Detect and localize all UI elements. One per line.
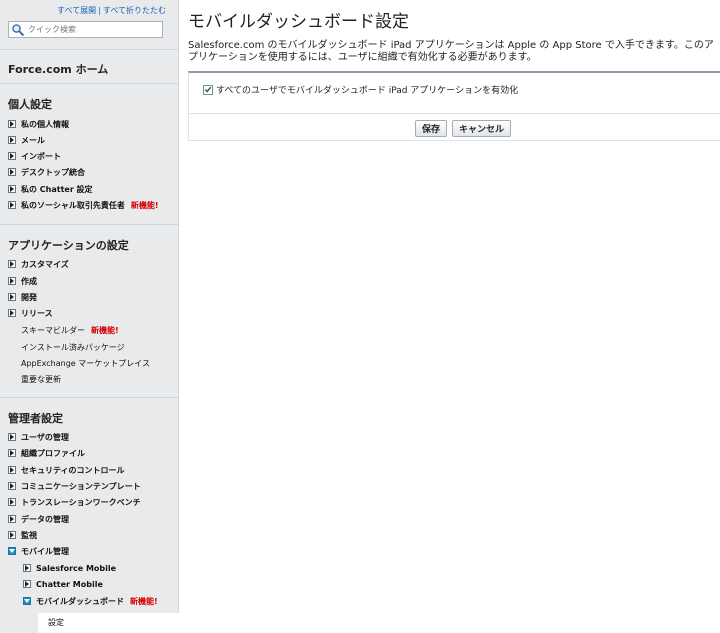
app-settings-heading: アプリケーションの設定 bbox=[8, 239, 129, 252]
sidebar-item-social-contacts[interactable]: 私のソーシャル取引先責任者 新機能! bbox=[8, 199, 159, 211]
expand-icon bbox=[8, 293, 16, 301]
sidebar-item-mobile-dashboards[interactable]: モバイルダッシュボード 新機能! bbox=[23, 595, 158, 607]
collapse-all-link[interactable]: すべて折りたたむ bbox=[103, 6, 166, 15]
sidebar-item-label: 監視 bbox=[21, 530, 37, 540]
sidebar-item-label: メール bbox=[21, 135, 45, 145]
checkmark-icon bbox=[204, 86, 212, 93]
expand-icon bbox=[8, 433, 16, 441]
save-button[interactable]: 保存 bbox=[415, 120, 448, 137]
expand-icon bbox=[8, 152, 16, 160]
expand-all-link[interactable]: すべて展開 bbox=[57, 6, 96, 15]
sidebar-item-label: モバイル管理 bbox=[21, 546, 69, 556]
expand-icon bbox=[8, 201, 16, 209]
sidebar-item-data-management[interactable]: データの管理 bbox=[8, 513, 69, 525]
sidebar-item-mobile-admin[interactable]: モバイル管理 bbox=[8, 545, 69, 557]
sidebar-item-label: データの管理 bbox=[21, 514, 69, 524]
sidebar-link-appexchange[interactable]: AppExchange マーケットプレイス bbox=[21, 358, 150, 369]
sidebar-item-label: 私のソーシャル取引先責任者 bbox=[21, 200, 125, 210]
page-description: Salesforce.com のモバイルダッシュボード iPad アプリケーショ… bbox=[188, 40, 714, 63]
sidebar-item-desktop-integration[interactable]: デスクトップ統合 bbox=[8, 166, 85, 178]
sidebar-link-installed-packages[interactable]: インストール済みパッケージ bbox=[21, 342, 125, 353]
expand-icon bbox=[8, 482, 16, 490]
enable-ipad-app-checkbox[interactable] bbox=[203, 84, 213, 95]
enable-ipad-app-label: すべてのユーザでモバイルダッシュボード iPad アプリケーションを有効化 bbox=[216, 86, 519, 96]
sidebar-link-schema-builder[interactable]: スキーマビルダー 新機能! bbox=[21, 325, 119, 336]
link-separator: | bbox=[98, 6, 101, 15]
page-title: モバイルダッシュボード設定 bbox=[188, 12, 409, 32]
expand-icon bbox=[8, 120, 16, 128]
sidebar-item-monitoring[interactable]: 監視 bbox=[8, 529, 37, 541]
expand-icon bbox=[8, 449, 16, 457]
sidebar-item-personal-info[interactable]: 私の個人情報 bbox=[8, 118, 69, 130]
expand-icon bbox=[8, 498, 16, 506]
cancel-button[interactable]: キャンセル bbox=[452, 120, 512, 137]
sidebar-item-label: コミュニケーションテンプレート bbox=[21, 481, 141, 491]
divider bbox=[0, 83, 179, 84]
expand-icon bbox=[8, 168, 16, 176]
sidebar-item-label: 組織プロファイル bbox=[21, 448, 85, 458]
settings-panel: すべてのユーザでモバイルダッシュボード iPad アプリケーションを有効化 保存… bbox=[188, 71, 720, 141]
sidebar-item-label: セキュリティのコントロール bbox=[21, 465, 125, 475]
sidebar-item-label: Chatter Mobile bbox=[36, 579, 103, 589]
expand-icon bbox=[8, 185, 16, 193]
sidebar-item-email[interactable]: メール bbox=[8, 134, 45, 146]
sidebar-link-critical-updates[interactable]: 重要な更新 bbox=[21, 374, 61, 385]
sidebar-item-label: Salesforce Mobile bbox=[36, 563, 117, 573]
sidebar-item-chatter-settings[interactable]: 私の Chatter 設定 bbox=[8, 183, 93, 195]
expand-icon bbox=[23, 564, 31, 572]
sidebar-item-label: 私の個人情報 bbox=[21, 119, 69, 129]
sidebar-item-label: トランスレーションワークベンチ bbox=[21, 497, 141, 507]
sidebar-item-customize[interactable]: カスタマイズ bbox=[8, 258, 69, 270]
new-feature-badge: 新機能! bbox=[91, 326, 119, 335]
personal-settings-heading: 個人設定 bbox=[8, 98, 52, 111]
sidebar-item-label: カスタマイズ bbox=[21, 259, 69, 269]
sidebar-item-label: 私の Chatter 設定 bbox=[21, 184, 93, 194]
expand-icon bbox=[8, 309, 16, 317]
expand-icon bbox=[8, 515, 16, 523]
divider bbox=[0, 49, 179, 50]
expand-icon bbox=[23, 580, 31, 588]
sidebar-item-label: デスクトップ統合 bbox=[21, 167, 85, 177]
admin-settings-heading: 管理者設定 bbox=[8, 412, 63, 425]
setup-sidebar: すべて展開|すべて折りたたむ Force.com ホーム 個人設定 私の個人情報… bbox=[0, 0, 179, 633]
sidebar-item-communication-templates[interactable]: コミュニケーションテンプレート bbox=[8, 480, 141, 492]
divider bbox=[0, 224, 179, 225]
collapse-icon bbox=[23, 597, 31, 605]
sidebar-item-label: ユーザの管理 bbox=[21, 432, 69, 442]
quick-search-box[interactable] bbox=[8, 21, 163, 38]
sidebar-item-translation-workbench[interactable]: トランスレーションワークベンチ bbox=[8, 496, 141, 508]
expand-collapse-links: すべて展開 | すべて折りたたむ bbox=[57, 5, 166, 16]
expand-icon bbox=[8, 277, 16, 285]
search-icon bbox=[12, 23, 25, 36]
new-feature-badge: 新機能! bbox=[130, 596, 158, 606]
sidebar-item-label: インポート bbox=[21, 151, 61, 161]
button-bar: 保存 キャンセル bbox=[415, 120, 512, 137]
quick-search-input[interactable] bbox=[28, 25, 158, 34]
sidebar-item-manage-users[interactable]: ユーザの管理 bbox=[8, 431, 69, 443]
divider bbox=[0, 397, 179, 398]
sidebar-link-label: スキーマビルダー bbox=[21, 326, 85, 335]
sidebar-item-deploy[interactable]: リリース bbox=[8, 307, 53, 319]
sidebar-item-company-profile[interactable]: 組織プロファイル bbox=[8, 447, 85, 459]
settings-panel-body: すべてのユーザでモバイルダッシュボード iPad アプリケーションを有効化 bbox=[189, 73, 720, 114]
sidebar-item-settings-selected[interactable]: 設定 bbox=[38, 613, 179, 633]
new-feature-badge: 新機能! bbox=[130, 200, 159, 210]
force-home-link[interactable]: Force.com ホーム bbox=[8, 61, 108, 77]
expand-icon bbox=[8, 260, 16, 268]
sidebar-item-import[interactable]: インポート bbox=[8, 150, 61, 162]
collapse-icon bbox=[8, 547, 16, 555]
enable-ipad-app-row: すべてのユーザでモバイルダッシュボード iPad アプリケーションを有効化 bbox=[203, 83, 518, 96]
sidebar-item-develop[interactable]: 開発 bbox=[8, 291, 37, 303]
sidebar-item-label: 作成 bbox=[21, 276, 37, 286]
expand-icon bbox=[8, 466, 16, 474]
sidebar-item-chatter-mobile[interactable]: Chatter Mobile bbox=[23, 578, 103, 590]
sidebar-item-salesforce-mobile[interactable]: Salesforce Mobile bbox=[23, 562, 116, 574]
expand-icon bbox=[8, 136, 16, 144]
sidebar-item-label: 開発 bbox=[21, 292, 37, 302]
sidebar-item-security-controls[interactable]: セキュリティのコントロール bbox=[8, 464, 125, 476]
sidebar-item-label: モバイルダッシュボード bbox=[36, 596, 124, 606]
sidebar-item-label: リリース bbox=[21, 308, 53, 318]
sidebar-item-create[interactable]: 作成 bbox=[8, 275, 37, 287]
expand-icon bbox=[8, 531, 16, 539]
